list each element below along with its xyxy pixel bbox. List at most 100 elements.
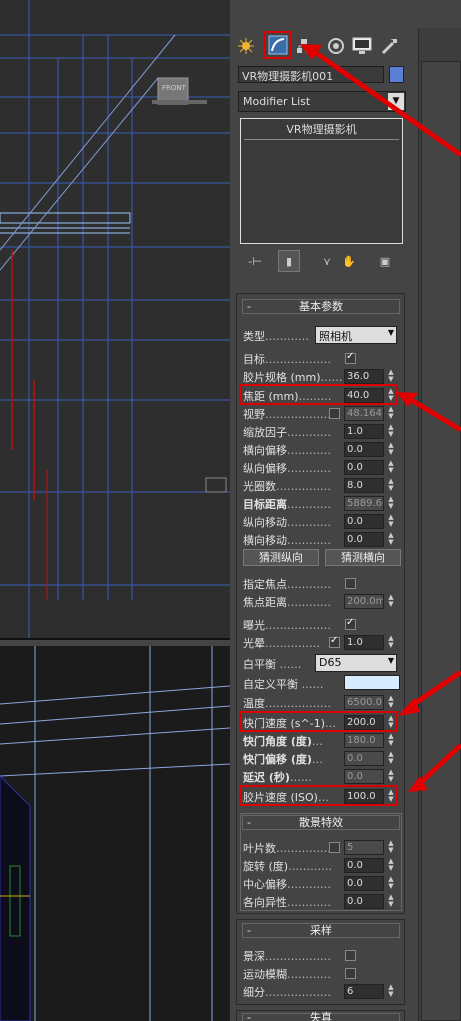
- white-balance-row: 白平衡 …… D65 ▼: [243, 654, 400, 672]
- center-bias-label: 中心偏移: [243, 878, 287, 891]
- modify-icon[interactable]: [264, 31, 292, 59]
- spinner-arrows-icon[interactable]: ▲ ▼: [387, 751, 395, 766]
- vshift-label: 纵向偏移: [243, 462, 287, 475]
- spinner-arrows-icon[interactable]: ▲ ▼: [387, 478, 395, 493]
- stack-toolbar: -⊢ ▮ ⋎ ✋ ▣: [238, 250, 406, 272]
- spinner-arrows-icon[interactable]: ▲ ▼: [387, 369, 395, 384]
- modifier-stack[interactable]: VR物理摄影机: [240, 118, 403, 244]
- center-bias-spinner[interactable]: 0.0: [344, 876, 384, 891]
- spinner-arrows-icon[interactable]: ▲ ▼: [387, 460, 395, 475]
- blades-checkbox[interactable]: [329, 842, 340, 853]
- white-balance-label: 白平衡: [243, 658, 276, 671]
- highlight-focal-length: [239, 384, 398, 405]
- vshift-spinner[interactable]: 0.0: [344, 460, 384, 475]
- latency-spinner[interactable]: 0.0: [344, 769, 384, 784]
- spinner-arrows-icon[interactable]: ▲ ▼: [387, 984, 395, 999]
- viewport-perspective[interactable]: [0, 646, 230, 1021]
- perspective-wireframe: [0, 646, 230, 1021]
- front-view-cube[interactable]: FRONT: [162, 84, 186, 92]
- temperature-spinner[interactable]: 6500.0: [344, 695, 384, 710]
- htilt-label: 横向移动: [243, 534, 287, 547]
- focus-distance-row: 焦点距离………… 200.0m ▲ ▼: [243, 593, 395, 609]
- highlight-shutter-speed: [239, 711, 398, 732]
- focus-distance-spinner[interactable]: 200.0m: [344, 594, 384, 609]
- spinner-arrows-icon[interactable]: ▲ ▼: [387, 496, 395, 511]
- rotation-spinner[interactable]: 0.0: [344, 858, 384, 873]
- object-name-field[interactable]: VR物理摄影机001: [238, 66, 384, 83]
- film-gate-label: 胶片规格 (mm): [243, 371, 321, 384]
- spinner-arrows-icon[interactable]: ▲ ▼: [387, 635, 395, 650]
- camera-type-dropdown[interactable]: 照相机 ▼: [315, 326, 397, 344]
- fnumber-spinner[interactable]: 8.0: [344, 478, 384, 493]
- rollout-header-basic[interactable]: - 基本参数: [242, 299, 400, 314]
- modifier-list-dropdown[interactable]: Modifier List ▼: [238, 91, 406, 112]
- temperature-label: 温度: [243, 697, 265, 710]
- shutter-offset-spinner[interactable]: 0.0: [344, 751, 384, 766]
- fov-checkbox[interactable]: [329, 408, 340, 419]
- spinner-arrows-icon[interactable]: ▲ ▼: [387, 442, 395, 457]
- zoom-spinner[interactable]: 1.0: [344, 424, 384, 439]
- spinner-arrows-icon[interactable]: ▲ ▼: [387, 858, 395, 873]
- utilities-icon[interactable]: [378, 34, 402, 58]
- rotation-row: 旋转 (度)………… 0.0 ▲ ▼: [243, 857, 395, 873]
- viewport-top[interactable]: FRONT: [0, 0, 230, 640]
- vignette-label: 光晕: [243, 637, 265, 650]
- guess-vertical-button[interactable]: 猜测纵向: [243, 549, 319, 566]
- exposure-checkbox[interactable]: [345, 617, 356, 630]
- spinner-arrows-icon[interactable]: ▲ ▼: [387, 514, 395, 529]
- configure-modifier-sets-icon[interactable]: ▣: [374, 250, 396, 272]
- vtilt-spinner[interactable]: 0.0: [344, 514, 384, 529]
- target-checkbox[interactable]: [345, 351, 356, 364]
- vignette-checkbox[interactable]: [329, 635, 340, 648]
- target-distance-spinner[interactable]: 5889.60: [344, 496, 384, 511]
- spinner-arrows-icon[interactable]: ▲ ▼: [387, 594, 395, 609]
- remove-modifier-icon[interactable]: ✋: [338, 250, 360, 272]
- dof-checkbox[interactable]: [345, 950, 356, 961]
- spinner-arrows-icon[interactable]: ▲ ▼: [387, 424, 395, 439]
- anisotropy-spinner[interactable]: 0.0: [344, 894, 384, 909]
- rollout-header-distortion[interactable]: - 失真: [242, 1012, 400, 1021]
- subdivs-spinner[interactable]: 6: [344, 984, 384, 999]
- hierarchy-icon[interactable]: [292, 34, 316, 58]
- shutter-angle-spinner[interactable]: 180.0: [344, 733, 384, 748]
- rotation-label: 旋转 (度): [243, 860, 289, 873]
- object-color-swatch[interactable]: [389, 66, 404, 83]
- htilt-spinner[interactable]: 0.0: [344, 532, 384, 547]
- white-balance-value: D65: [319, 656, 342, 669]
- bokeh-header[interactable]: - 散景特效: [242, 815, 400, 830]
- make-unique-icon[interactable]: ⋎: [316, 250, 338, 272]
- spinner-arrows-icon[interactable]: ▲ ▼: [387, 840, 395, 855]
- spinner-arrows-icon[interactable]: ▲ ▼: [387, 876, 395, 891]
- custom-balance-color-swatch[interactable]: [344, 675, 400, 690]
- spinner-arrows-icon[interactable]: ▲ ▼: [387, 695, 395, 710]
- pin-stack-icon[interactable]: -⊢: [244, 250, 266, 272]
- vignette-spinner[interactable]: 1.0: [344, 635, 384, 650]
- spinner-arrows-icon[interactable]: ▲ ▼: [387, 894, 395, 909]
- spinner-arrows-icon[interactable]: ▲ ▼: [387, 733, 395, 748]
- latency-row: 延迟 (秒)…… 0.0 ▲ ▼: [243, 768, 395, 784]
- fov-spinner[interactable]: 48.164: [344, 406, 384, 421]
- stack-item-vrphysicalcamera[interactable]: VR物理摄影机: [244, 121, 399, 140]
- create-icon[interactable]: [234, 34, 258, 58]
- vignette-row: 光晕…………… 1.0 ▲▼: [243, 635, 400, 650]
- chevron-down-icon: ▼: [387, 328, 394, 337]
- rollout-header-sampling[interactable]: - 采样: [242, 923, 400, 938]
- vtilt-label: 纵向移动: [243, 516, 287, 529]
- white-balance-dropdown[interactable]: D65 ▼: [315, 654, 397, 672]
- guess-horizontal-button[interactable]: 猜测横向: [325, 549, 401, 566]
- hshift-spinner[interactable]: 0.0: [344, 442, 384, 457]
- film-gate-spinner[interactable]: 36.0: [344, 369, 384, 384]
- camera-type-value: 照相机: [319, 330, 352, 343]
- motion-blur-label: 运动模糊: [243, 968, 287, 981]
- specify-focus-checkbox[interactable]: [345, 578, 356, 589]
- motion-icon[interactable]: [324, 34, 348, 58]
- focus-distance-label: 焦点距离: [243, 596, 287, 609]
- blades-spinner[interactable]: 5: [344, 840, 384, 855]
- specify-focus-label: 指定焦点: [243, 578, 287, 591]
- spinner-arrows-icon[interactable]: ▲ ▼: [387, 769, 395, 784]
- display-icon[interactable]: [350, 34, 374, 58]
- motion-blur-checkbox[interactable]: [345, 968, 356, 979]
- spinner-arrows-icon[interactable]: ▲ ▼: [387, 406, 395, 421]
- spinner-arrows-icon[interactable]: ▲ ▼: [387, 532, 395, 547]
- show-end-result-icon[interactable]: ▮: [278, 250, 300, 272]
